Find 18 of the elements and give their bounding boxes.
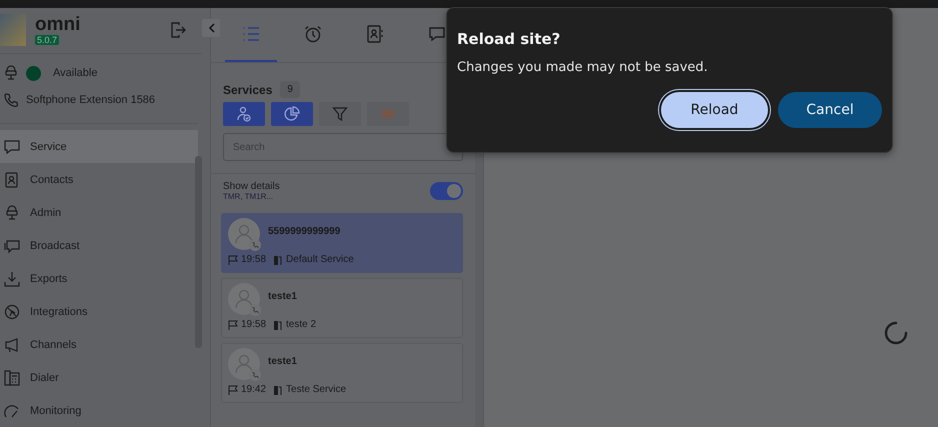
app-name: omni [35,15,80,36]
contact-name: 5599999999999 [268,226,340,236]
service-time: 19:58 [241,319,266,330]
show-details-label: Show details [223,181,280,192]
dialog-title: Reload site? [457,30,562,48]
service-time: 19:58 [241,254,266,265]
softphone-extension: Softphone Extension 1586 [26,94,156,106]
service-time: 19:42 [241,384,266,395]
services-title: Services [223,82,272,96]
show-details-subtitle: TMR, TM1R... [223,192,274,201]
queue-name: Teste Service [286,384,346,395]
version-badge: 5.0.7 [35,35,60,46]
contact-name: teste1 [268,356,297,366]
contact-name: teste1 [268,290,297,302]
dialog-message: Changes you made may not be saved. [457,60,709,75]
queue-name: teste 2 [286,319,316,330]
queue-name: Default Service [286,254,354,265]
services-count: 9 [280,81,300,98]
